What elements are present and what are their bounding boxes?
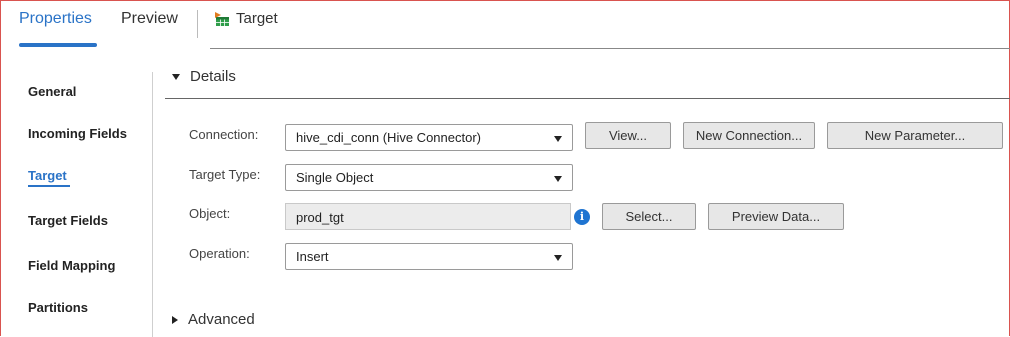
dropdown-arrow-icon <box>554 136 562 142</box>
tab-preview[interactable]: Preview <box>121 10 178 28</box>
preview-data-button[interactable]: Preview Data... <box>708 203 844 230</box>
tab-bar-divider <box>210 48 1010 49</box>
advanced-title: Advanced <box>188 311 255 328</box>
operation-value: Insert <box>296 249 329 264</box>
object-value: prod_tgt <box>296 210 344 225</box>
target-title: Target <box>214 10 278 27</box>
nav-item-target-fields[interactable]: Target Fields <box>28 213 108 228</box>
details-title: Details <box>190 68 236 85</box>
nav-item-general[interactable]: General <box>28 84 76 99</box>
tab-properties[interactable]: Properties <box>19 10 92 28</box>
target-title-label: Target <box>236 10 278 27</box>
tab-bar: Properties Preview Target <box>0 0 1010 49</box>
advanced-section-toggle[interactable]: Advanced <box>172 311 255 328</box>
nav-item-field-mapping[interactable]: Field Mapping <box>28 258 115 273</box>
view-button[interactable]: View... <box>585 122 671 149</box>
connection-value: hive_cdi_conn (Hive Connector) <box>296 130 481 145</box>
target-table-icon <box>215 11 229 26</box>
nav-item-target[interactable]: Target <box>28 168 67 183</box>
object-field: prod_tgt <box>285 203 571 230</box>
target-type-select[interactable]: Single Object <box>285 164 573 191</box>
nav-divider <box>152 72 153 337</box>
details-divider <box>165 98 1010 99</box>
dropdown-arrow-icon <box>554 255 562 261</box>
target-type-label: Target Type: <box>189 167 261 182</box>
operation-label: Operation: <box>189 246 250 261</box>
new-parameter-button[interactable]: New Parameter... <box>827 122 1003 149</box>
object-label: Object: <box>189 206 231 221</box>
nav-active-indicator <box>28 185 70 187</box>
tab-active-indicator <box>19 43 97 47</box>
details-section-toggle[interactable]: Details <box>172 68 236 85</box>
connection-label: Connection: <box>189 127 259 142</box>
connection-select[interactable]: hive_cdi_conn (Hive Connector) <box>285 124 573 151</box>
dropdown-arrow-icon <box>554 176 562 182</box>
operation-select[interactable]: Insert <box>285 243 573 270</box>
new-connection-button[interactable]: New Connection... <box>683 122 815 149</box>
caret-right-icon <box>172 315 178 324</box>
caret-down-icon <box>172 73 180 80</box>
select-button[interactable]: Select... <box>602 203 696 230</box>
nav-item-partitions[interactable]: Partitions <box>28 300 88 315</box>
nav-item-incoming-fields[interactable]: Incoming Fields <box>28 126 127 141</box>
info-icon[interactable]: i <box>574 209 590 225</box>
target-type-value: Single Object <box>296 170 374 185</box>
tab-separator <box>197 10 198 38</box>
